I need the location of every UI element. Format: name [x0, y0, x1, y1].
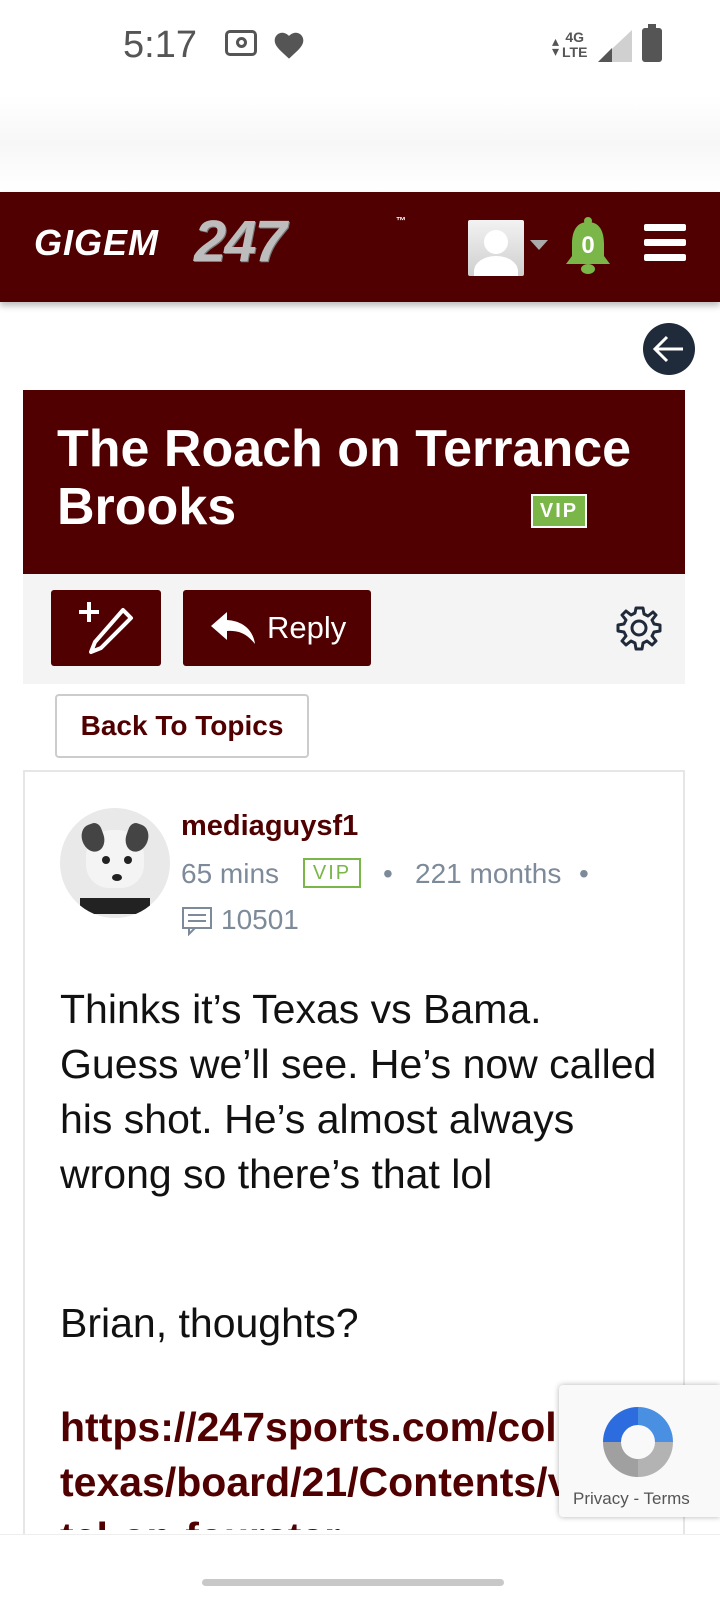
recaptcha-icon [603, 1407, 673, 1477]
heart-icon [274, 32, 304, 59]
chevron-down-icon[interactable] [530, 240, 548, 250]
network-type: 4G LTE [562, 29, 588, 60]
meta-separator: • [579, 858, 589, 889]
notification-bell-icon[interactable]: 0 [564, 216, 612, 278]
signal-icon [598, 30, 632, 62]
gear-icon[interactable] [615, 604, 663, 652]
post-body: Thinks it’s Texas vs Bama. Guess we’ll s… [60, 986, 657, 1197]
status-time: 5:17 [123, 24, 197, 66]
poster-username[interactable]: mediaguysf1 [181, 810, 358, 843]
radio-icon [225, 30, 257, 56]
status-bar: 5:17 ▴ ▾ 4G LTE [0, 0, 720, 95]
back-arrow-button[interactable] [643, 323, 695, 375]
reply-arrow-icon [211, 612, 255, 644]
new-post-button[interactable] [51, 590, 161, 666]
meta-separator: • [383, 858, 393, 889]
poster-avatar[interactable] [60, 808, 170, 918]
battery-icon [642, 24, 662, 62]
blurred-banner [0, 95, 720, 191]
thread-title-banner: The Roach on Terrance Brooks VIP [23, 390, 685, 574]
site-header: GIGEM 247 ™ 0 [0, 192, 720, 302]
reply-button[interactable]: Reply [183, 590, 371, 666]
poster-vip-badge: VIP [303, 858, 361, 888]
arrow-left-icon [652, 335, 683, 363]
post-count: 10501 [221, 904, 299, 935]
user-avatar[interactable] [468, 220, 524, 276]
notification-count: 0 [581, 232, 595, 259]
post-time: 65 mins [181, 858, 280, 889]
hamburger-menu-icon[interactable] [644, 224, 686, 262]
recaptcha-badge[interactable]: Privacy - Terms [559, 1385, 720, 1517]
post-body-paragraph-2: Brian, thoughts? [60, 1300, 359, 1346]
thread-toolbar: Reply [23, 574, 685, 684]
home-gesture-bar[interactable] [202, 1579, 504, 1586]
back-to-topics-button[interactable]: Back To Topics [55, 694, 309, 758]
comment-icon [182, 907, 212, 936]
system-nav-bar [0, 1534, 720, 1601]
data-arrows-icon: ▴ ▾ [552, 33, 560, 59]
add-edit-icon [79, 602, 133, 654]
recaptcha-privacy-terms[interactable]: Privacy - Terms [573, 1489, 690, 1509]
member-duration: 221 months [415, 858, 562, 889]
vip-badge: VIP [531, 494, 587, 528]
